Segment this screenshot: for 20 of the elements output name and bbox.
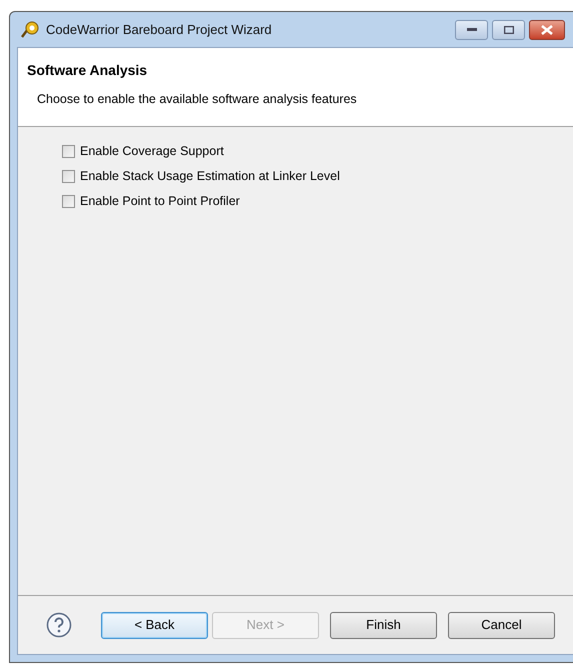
checkbox-label: Enable Coverage Support (80, 142, 224, 160)
checkbox-label: Enable Stack Usage Estimation at Linker Level (80, 168, 340, 185)
minimize-icon (466, 28, 476, 32)
checkbox[interactable] (62, 170, 75, 182)
help-icon[interactable] (46, 612, 72, 638)
checkbox[interactable] (62, 144, 75, 158)
wizard-button[interactable]: Cancel (448, 612, 555, 638)
maximize-icon (504, 26, 514, 34)
app-logo-icon (20, 20, 40, 38)
close-icon (541, 24, 553, 34)
close-button[interactable] (529, 20, 565, 40)
page-description: Choose to enable the available software analysis features (37, 91, 358, 108)
minimize-button[interactable] (455, 20, 488, 40)
window-title: CodeWarrior Bareboard Project Wizard (46, 20, 272, 39)
checkbox[interactable] (62, 194, 75, 208)
page-title: Software Analysis (27, 61, 148, 80)
wizard-button[interactable]: < Back (101, 612, 208, 638)
wizard-button[interactable]: Finish (330, 612, 437, 638)
checkbox-label: Enable Point to Point Profiler (80, 192, 240, 210)
maximize-button[interactable] (492, 20, 525, 40)
